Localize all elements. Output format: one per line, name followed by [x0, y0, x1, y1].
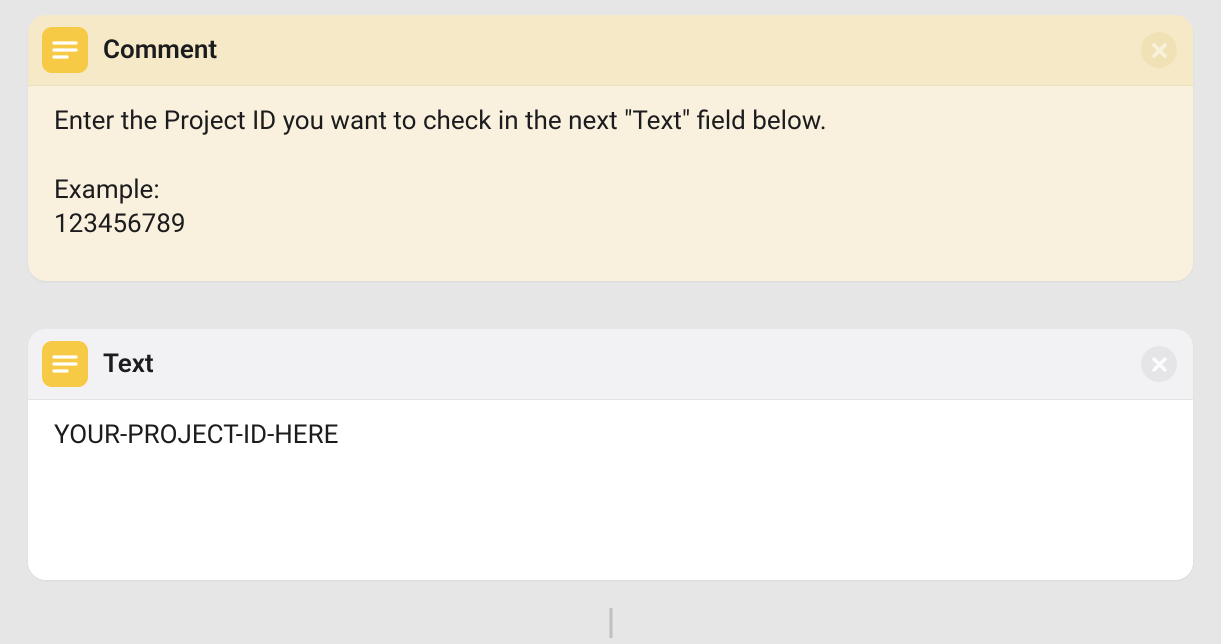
text-action-card[interactable]: Text YOUR-PROJECT-ID-HERE — [28, 329, 1193, 580]
flow-connector — [609, 608, 612, 638]
comment-action-card[interactable]: Comment Enter the Project ID you want to… — [28, 15, 1193, 281]
comment-icon — [42, 27, 88, 73]
comment-text: Enter the Project ID you want to check i… — [54, 104, 1167, 241]
comment-card-header: Comment — [28, 15, 1193, 86]
text-icon — [42, 341, 88, 387]
comment-title: Comment — [103, 35, 217, 65]
close-icon — [1151, 42, 1168, 59]
comment-body[interactable]: Enter the Project ID you want to check i… — [28, 86, 1193, 281]
text-card-header: Text — [28, 329, 1193, 400]
close-icon — [1151, 356, 1168, 373]
text-value[interactable]: YOUR-PROJECT-ID-HERE — [54, 418, 1167, 452]
text-title: Text — [103, 349, 154, 379]
close-comment-button[interactable] — [1141, 32, 1177, 68]
text-body[interactable]: YOUR-PROJECT-ID-HERE — [28, 400, 1193, 580]
close-text-button[interactable] — [1141, 346, 1177, 382]
